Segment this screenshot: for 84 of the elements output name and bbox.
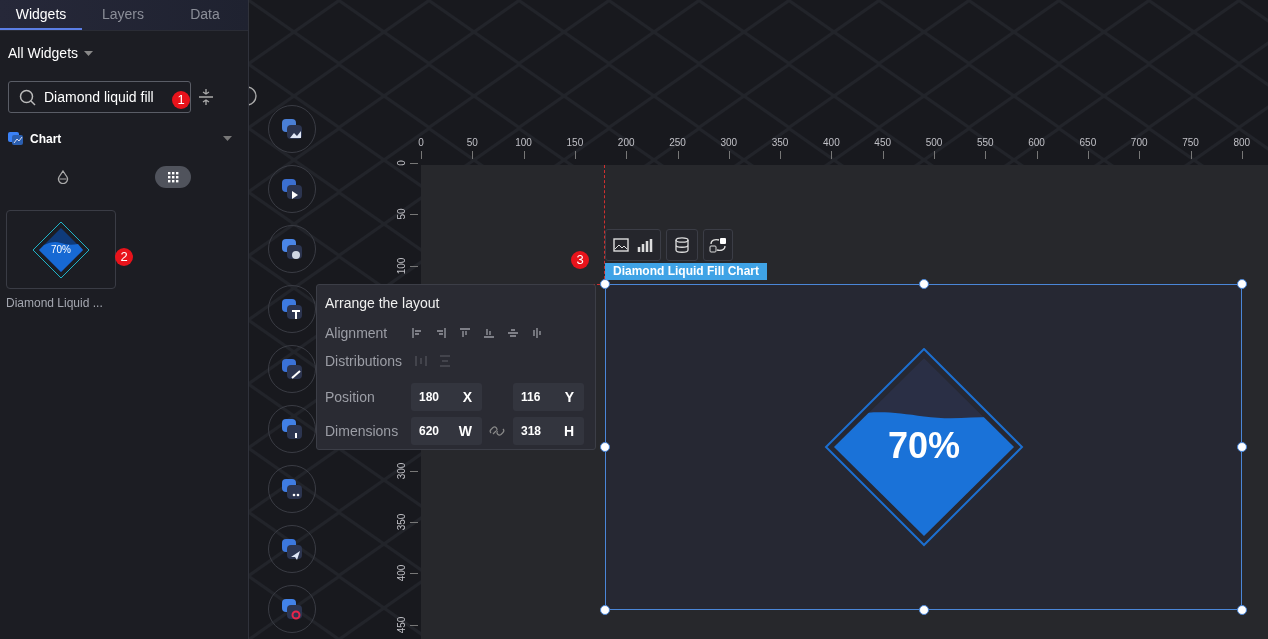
ruler-label: 500 [924, 137, 944, 148]
caret-icon [84, 50, 94, 56]
filter-dropdown[interactable]: All Widgets [8, 45, 94, 61]
category-icon [279, 296, 305, 322]
collapse-icon[interactable] [199, 89, 213, 105]
thumbnail-value: 70% [50, 244, 72, 255]
selection-label: Diamond Liquid Fill Chart [605, 263, 767, 280]
resize-handle[interactable] [600, 605, 610, 615]
toolbar-button[interactable] [703, 229, 733, 261]
ruler-label: 450 [873, 137, 893, 148]
resize-handle[interactable] [1237, 279, 1247, 289]
align-icon[interactable] [411, 327, 423, 339]
category-icon [279, 536, 305, 562]
step-badge: 1 [172, 91, 190, 109]
toolbar-button[interactable] [666, 229, 698, 261]
panel-title: Arrange the layout [325, 295, 441, 311]
ruler-label: 50 [394, 207, 408, 222]
widget-thumbnail[interactable]: 70% [6, 210, 116, 289]
resize-handle[interactable] [1237, 605, 1247, 615]
x-field[interactable]: 180 X [411, 383, 482, 411]
resize-handle[interactable] [600, 279, 610, 289]
align-icon[interactable] [483, 327, 495, 339]
category-icon [279, 116, 305, 142]
interaction-icon [709, 237, 727, 253]
ruler-label: 50 [465, 137, 479, 148]
tab[interactable]: Data [164, 0, 246, 30]
resize-handle[interactable] [919, 279, 929, 289]
field-label: Dimensions [325, 423, 400, 439]
ruler-label: 100 [514, 137, 533, 148]
search-icon [19, 88, 36, 106]
ruler-label: 350 [770, 137, 790, 148]
category-icon [279, 596, 305, 622]
category-icon [279, 416, 305, 442]
chart-category-icon [8, 131, 24, 146]
ruler-label: 100 [394, 256, 408, 276]
step-badge: 2 [115, 248, 133, 266]
widget-label: Diamond Liquid ... [6, 296, 104, 310]
grid-icon [167, 171, 179, 183]
category-icon [279, 476, 305, 502]
ruler-label: 400 [822, 137, 841, 148]
ruler-label: 300 [719, 137, 739, 148]
tab[interactable]: Layers [82, 0, 164, 30]
height-field[interactable]: 318 H [513, 417, 584, 445]
align-icon[interactable] [507, 327, 519, 339]
tab[interactable]: Widgets [0, 0, 82, 30]
view-toggle[interactable] [155, 166, 191, 188]
category-icon [279, 176, 305, 202]
database-icon [675, 237, 689, 253]
ruler-label: 800 [1232, 137, 1252, 148]
align-icon[interactable] [531, 327, 543, 339]
ruler-label: 650 [1078, 137, 1098, 148]
ruler-label: 450 [394, 615, 408, 635]
toolbar-button[interactable] [605, 229, 661, 261]
align-icon[interactable] [459, 327, 471, 339]
ruler-label: 200 [616, 137, 636, 148]
resize-handle[interactable] [1237, 442, 1247, 452]
diamond-chart-icon [31, 219, 91, 280]
y-field[interactable]: 116 Y [513, 383, 584, 411]
bar-chart-icon [637, 237, 653, 253]
ruler-label: 600 [1027, 137, 1046, 148]
ruler-label: 0 [417, 137, 425, 148]
ruler-label: 300 [394, 461, 408, 481]
resize-handle[interactable] [600, 442, 610, 452]
ruler-label: 400 [394, 564, 408, 584]
align-icon[interactable] [435, 327, 447, 339]
ruler-label: 700 [1129, 137, 1149, 148]
chart-value: 70% [886, 425, 962, 467]
category-label[interactable]: Chart [30, 131, 217, 146]
image-icon [613, 238, 629, 252]
ruler-label: 0 [394, 159, 408, 168]
ruler-label: 250 [668, 137, 687, 148]
ruler-label: 750 [1181, 137, 1200, 148]
field-label: Distributions [325, 353, 404, 369]
field-label: Alignment [325, 325, 389, 341]
drop-icon [57, 170, 69, 184]
ruler-label: 350 [394, 512, 408, 533]
category-icon [279, 356, 305, 382]
ruler-label: 150 [565, 137, 585, 148]
ruler-label: 550 [975, 137, 995, 148]
width-field[interactable]: 620 W [411, 417, 482, 445]
resize-handle[interactable] [919, 605, 929, 615]
category-icon [279, 236, 305, 262]
caret-icon[interactable] [223, 136, 232, 141]
field-label: Position [325, 389, 376, 405]
